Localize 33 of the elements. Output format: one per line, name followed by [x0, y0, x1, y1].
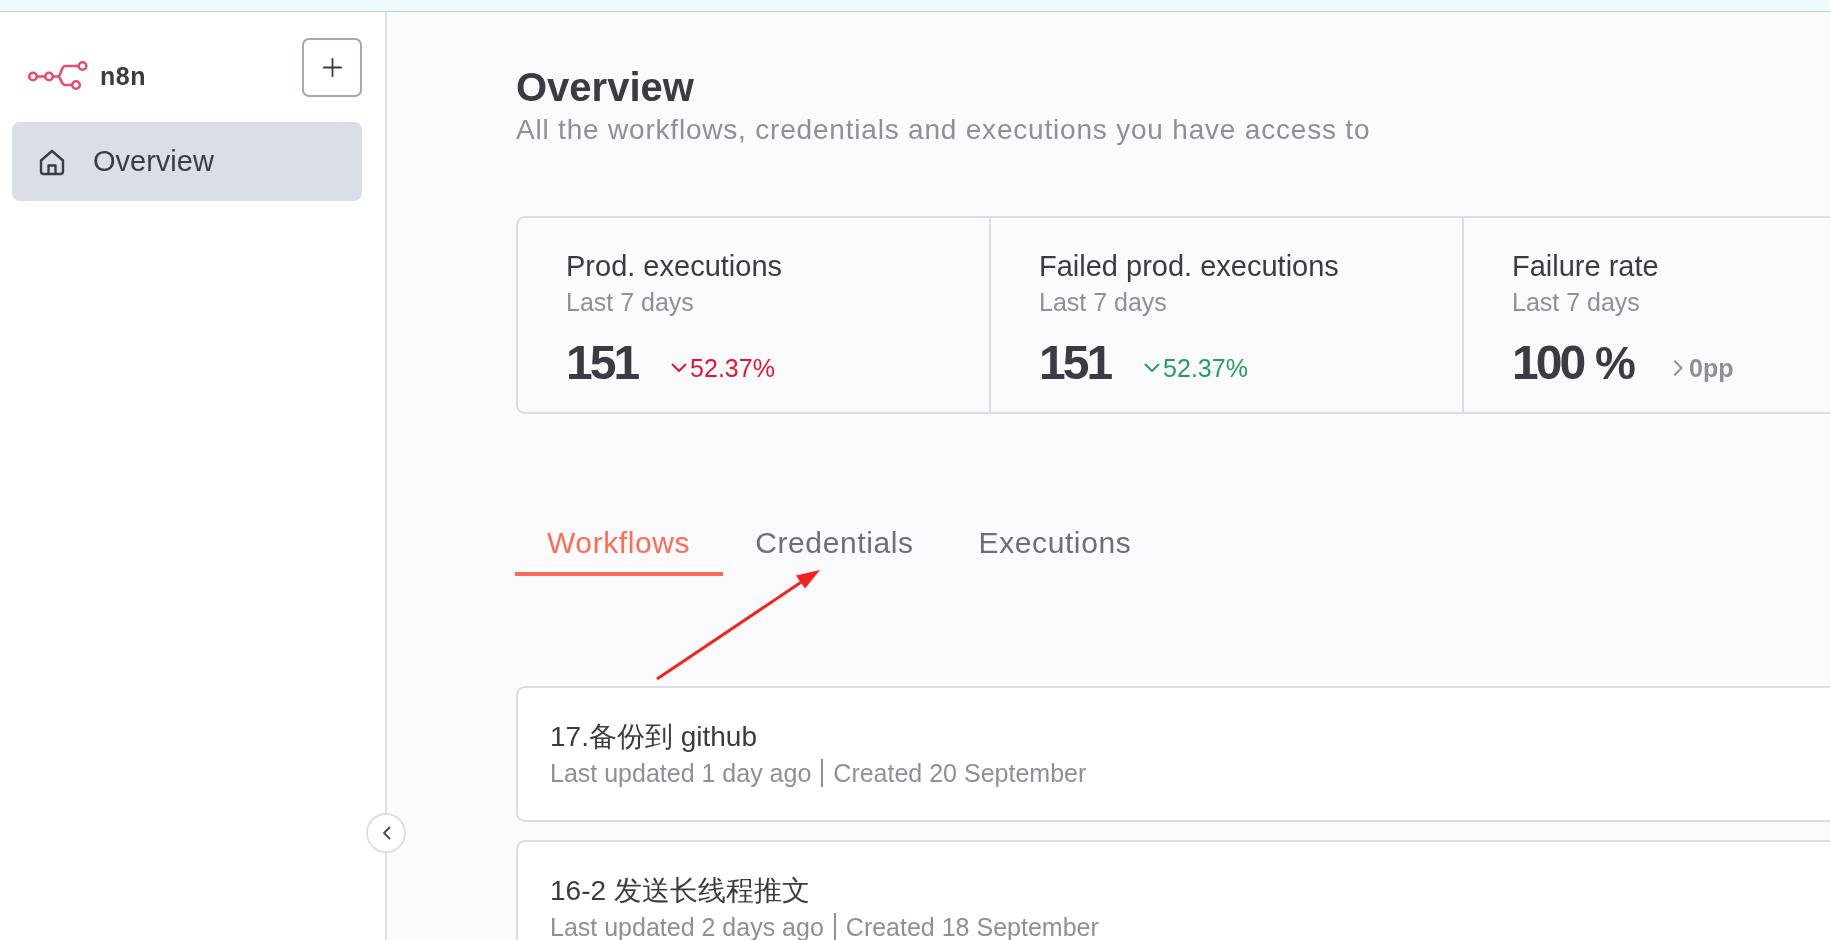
add-button[interactable] — [302, 38, 362, 97]
stat-title: Failure rate — [1512, 249, 1660, 283]
page-subtitle: All the workflows, credentials and executions you have access to — [516, 115, 1372, 145]
stat-period: Last 7 days — [566, 287, 695, 317]
last-updated: Last updated 1 day ago — [550, 759, 812, 787]
tab[interactable]: Credentials — [723, 526, 947, 560]
last-updated: Last updated 2 days ago — [550, 913, 824, 940]
stat-unit: % — [1595, 336, 1636, 391]
stat-change: 0pp — [1689, 353, 1734, 383]
created-date: Created 18 September — [845, 913, 1099, 940]
stat-period: Last 7 days — [1039, 287, 1168, 317]
stat-change: 52.37% — [690, 353, 775, 383]
nav-item[interactable]: Overview — [12, 122, 362, 201]
workflow-card[interactable]: 17.备份到 github Last updated 1 day ago Created 20 September — [516, 686, 1830, 822]
stat-value: 151 — [1039, 335, 1111, 391]
plus-icon — [322, 58, 342, 77]
created-date: Created 20 September — [833, 759, 1087, 787]
home-icon — [38, 147, 66, 176]
workflow-name: 16-2 发送长线程推文 — [550, 875, 811, 907]
stat-period: Last 7 days — [1512, 287, 1641, 317]
tab[interactable]: Executions — [946, 526, 1165, 560]
stat-value: 151 — [566, 335, 638, 391]
stat-value: 100 — [1512, 335, 1584, 391]
page-title: Overview — [516, 64, 695, 111]
chevron-left-icon — [381, 826, 391, 840]
collapse-button[interactable] — [366, 813, 406, 853]
stat-title: Failed prod. executions — [1039, 249, 1340, 283]
stat-title: Prod. executions — [566, 249, 783, 283]
app-name: n8n — [100, 60, 146, 91]
logo-icon — [28, 60, 88, 91]
workflow-name: 17.备份到 github — [550, 721, 758, 753]
stat-change: 52.37% — [1163, 353, 1248, 383]
workflow-card[interactable]: 16-2 发送长线程推文 Last updated 2 days ago Created 18 September — [516, 840, 1830, 940]
